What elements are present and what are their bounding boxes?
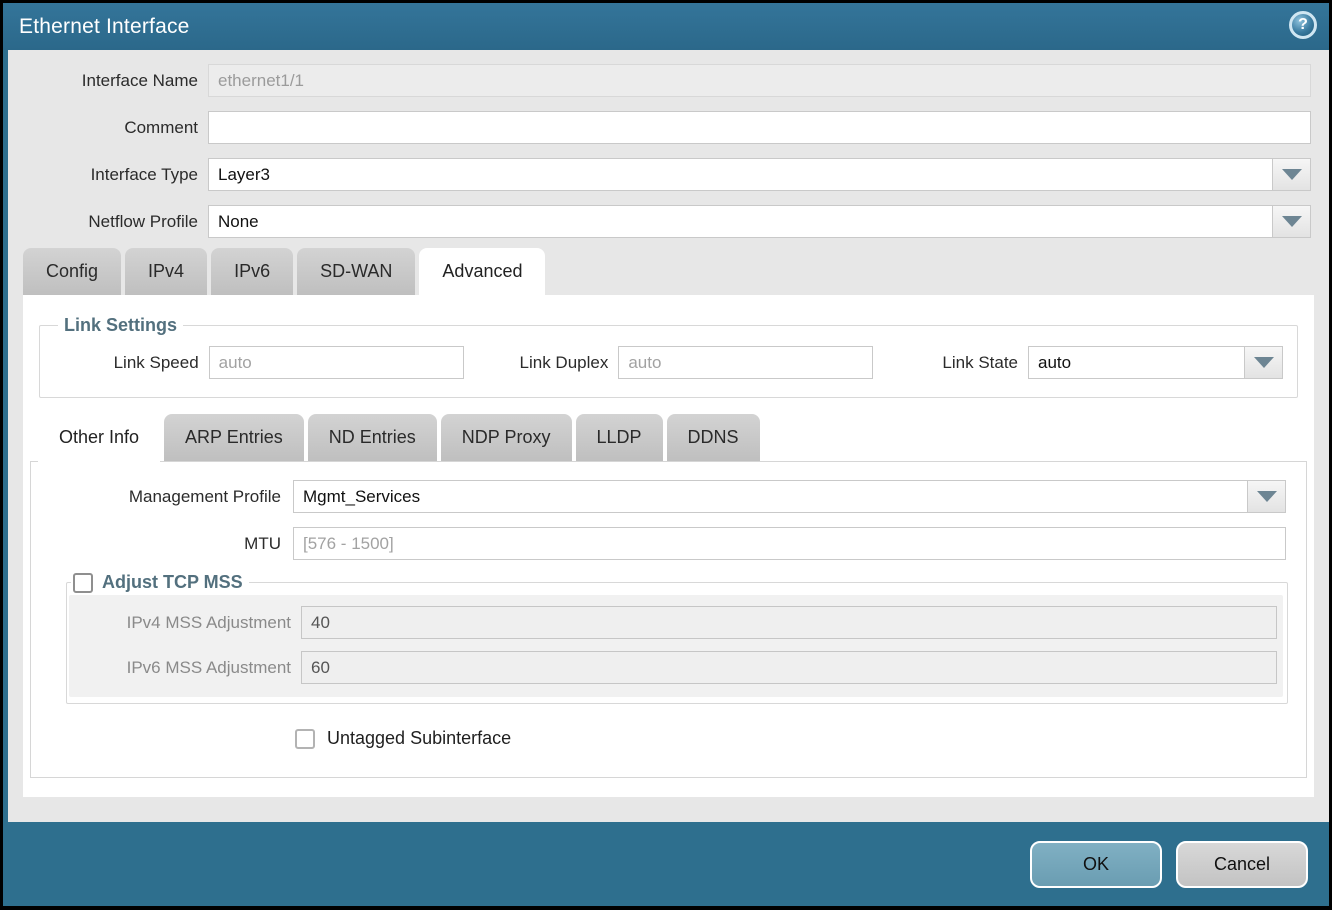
management-profile-dropdown-button[interactable] <box>1248 480 1286 513</box>
tab-other-info[interactable]: Other Info <box>38 414 160 463</box>
ipv6-mss-row: IPv6 MSS Adjustment <box>69 651 1277 684</box>
chevron-down-icon <box>1282 169 1302 180</box>
link-state-label: Link State <box>873 353 1028 373</box>
untagged-subinterface-label: Untagged Subinterface <box>327 728 511 749</box>
adjust-tcp-mss-label: Adjust TCP MSS <box>102 572 243 593</box>
comment-row: Comment <box>8 111 1311 144</box>
link-state-value[interactable]: auto <box>1028 346 1245 379</box>
ethernet-interface-dialog: Ethernet Interface ? Interface Name Comm… <box>3 3 1329 906</box>
advanced-tab-panel: Link Settings Link Speed Link Duplex Lin… <box>23 295 1314 797</box>
main-tab-strip: Config IPv4 IPv6 SD-WAN Advanced <box>23 248 1329 295</box>
netflow-profile-dropdown[interactable]: None <box>208 205 1311 238</box>
dialog-title: Ethernet Interface <box>19 15 190 39</box>
tab-ipv4[interactable]: IPv4 <box>125 248 207 295</box>
tab-advanced[interactable]: Advanced <box>419 248 545 297</box>
tab-sdwan[interactable]: SD-WAN <box>297 248 415 295</box>
help-icon[interactable]: ? <box>1289 11 1317 39</box>
comment-field[interactable] <box>208 111 1311 144</box>
mtu-row: MTU <box>31 527 1286 560</box>
tab-ndp-proxy[interactable]: NDP Proxy <box>441 414 572 461</box>
interface-type-dropdown-button[interactable] <box>1273 158 1311 191</box>
ipv6-mss-field <box>301 651 1277 684</box>
ipv4-mss-field <box>301 606 1277 639</box>
comment-label: Comment <box>8 118 208 138</box>
link-settings-row: Link Speed Link Duplex Link State auto <box>54 346 1283 379</box>
adjust-tcp-mss-legend: Adjust TCP MSS <box>71 572 249 593</box>
untagged-subinterface-row: Untagged Subinterface <box>295 728 1306 749</box>
mss-fields-container: IPv4 MSS Adjustment IPv6 MSS Adjustment <box>69 595 1283 697</box>
tab-ipv6[interactable]: IPv6 <box>211 248 293 295</box>
interface-name-label: Interface Name <box>8 71 208 91</box>
ok-button[interactable]: OK <box>1030 841 1162 888</box>
link-duplex-field[interactable] <box>618 346 873 379</box>
tab-nd-entries[interactable]: ND Entries <box>308 414 437 461</box>
cancel-button[interactable]: Cancel <box>1176 841 1308 888</box>
link-state-group: Link State auto <box>873 346 1283 379</box>
interface-type-value[interactable]: Layer3 <box>208 158 1273 191</box>
netflow-profile-label: Netflow Profile <box>8 212 208 232</box>
link-speed-label: Link Speed <box>54 353 209 373</box>
chevron-down-icon <box>1254 357 1274 368</box>
management-profile-dropdown[interactable]: Mgmt_Services <box>293 480 1286 513</box>
link-duplex-group: Link Duplex <box>464 346 874 379</box>
link-speed-field[interactable] <box>209 346 464 379</box>
chevron-down-icon <box>1282 216 1302 227</box>
tab-arp-entries[interactable]: ARP Entries <box>164 414 304 461</box>
mtu-field[interactable] <box>293 527 1286 560</box>
other-info-panel: Management Profile Mgmt_Services MTU Adj… <box>30 461 1307 778</box>
link-state-dropdown[interactable]: auto <box>1028 346 1283 379</box>
ipv6-mss-label: IPv6 MSS Adjustment <box>69 658 301 678</box>
management-profile-value[interactable]: Mgmt_Services <box>293 480 1248 513</box>
netflow-profile-row: Netflow Profile None <box>8 205 1311 238</box>
interface-type-label: Interface Type <box>8 165 208 185</box>
netflow-profile-dropdown-button[interactable] <box>1273 205 1311 238</box>
link-settings-legend: Link Settings <box>58 315 183 336</box>
interface-type-dropdown[interactable]: Layer3 <box>208 158 1311 191</box>
ipv4-mss-label: IPv4 MSS Adjustment <box>69 613 301 633</box>
link-settings-fieldset: Link Settings Link Speed Link Duplex Lin… <box>39 315 1298 398</box>
tab-lldp[interactable]: LLDP <box>576 414 663 461</box>
chevron-down-icon <box>1257 491 1277 502</box>
management-profile-label: Management Profile <box>31 487 293 507</box>
mtu-label: MTU <box>31 534 293 554</box>
link-speed-group: Link Speed <box>54 346 464 379</box>
management-profile-row: Management Profile Mgmt_Services <box>31 480 1286 513</box>
link-duplex-label: Link Duplex <box>464 353 619 373</box>
untagged-subinterface-checkbox[interactable] <box>295 729 315 749</box>
interface-type-row: Interface Type Layer3 <box>8 158 1311 191</box>
ipv4-mss-row: IPv4 MSS Adjustment <box>69 606 1277 639</box>
adjust-tcp-mss-fieldset: Adjust TCP MSS IPv4 MSS Adjustment IPv6 … <box>66 572 1288 704</box>
interface-name-field <box>208 64 1311 97</box>
adjust-tcp-mss-checkbox[interactable] <box>73 573 93 593</box>
tab-ddns[interactable]: DDNS <box>667 414 760 461</box>
netflow-profile-value[interactable]: None <box>208 205 1273 238</box>
tab-config[interactable]: Config <box>23 248 121 295</box>
link-state-dropdown-button[interactable] <box>1245 346 1283 379</box>
interface-name-row: Interface Name <box>8 64 1311 97</box>
dialog-footer: OK Cancel <box>3 822 1329 906</box>
dialog-titlebar: Ethernet Interface ? <box>3 3 1329 50</box>
sub-tab-strip: Other Info ARP Entries ND Entries NDP Pr… <box>38 414 1314 461</box>
